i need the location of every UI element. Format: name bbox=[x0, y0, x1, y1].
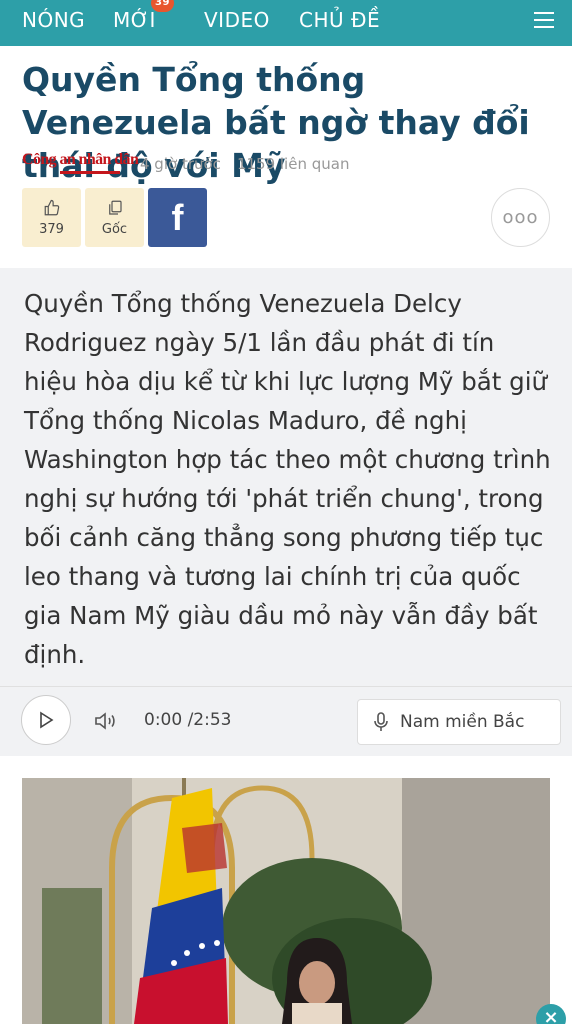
nav-topics[interactable]: CHỦ ĐỀ bbox=[299, 8, 380, 32]
source-logo[interactable]: Công an nhân dân bbox=[22, 151, 139, 177]
summary-box: Quyền Tổng thống Venezuela Delcy Rodrigu… bbox=[0, 268, 572, 756]
hamburger-icon[interactable] bbox=[534, 12, 554, 30]
facebook-share-button[interactable]: f bbox=[148, 188, 207, 247]
more-icon: ooo bbox=[502, 207, 539, 228]
article-summary: Quyền Tổng thống Venezuela Delcy Rodrigu… bbox=[24, 289, 551, 669]
photo-illustration bbox=[22, 778, 550, 1024]
close-icon[interactable]: × bbox=[536, 1004, 566, 1024]
publish-time: 4 giờ trước bbox=[140, 155, 221, 173]
play-button[interactable] bbox=[21, 695, 71, 745]
like-count: 379 bbox=[39, 221, 64, 237]
nav-hot[interactable]: NÓNG bbox=[22, 8, 85, 32]
like-button[interactable]: 379 bbox=[22, 188, 81, 247]
article-meta: Công an nhân dân 4 giờ trước 1159 liên q… bbox=[22, 150, 349, 178]
play-icon bbox=[40, 711, 54, 729]
volume-icon[interactable] bbox=[94, 711, 118, 731]
action-buttons: 379 Gốc f bbox=[22, 188, 207, 247]
source-label: Gốc bbox=[101, 221, 128, 237]
related-count[interactable]: 1159 liên quan bbox=[237, 155, 350, 173]
thumbs-up-icon bbox=[44, 199, 59, 215]
facebook-icon: f bbox=[171, 196, 184, 238]
nav-new[interactable]: MỚI 39 bbox=[113, 0, 174, 32]
voice-label: Nam miền Bắc bbox=[400, 712, 525, 732]
nav-video[interactable]: VIDEO bbox=[204, 8, 270, 32]
microphone-icon bbox=[374, 712, 388, 731]
new-count-badge: 39 bbox=[151, 0, 174, 12]
more-options-button[interactable]: ooo bbox=[491, 188, 550, 247]
voice-select-button[interactable]: Nam miền Bắc bbox=[357, 699, 561, 745]
audio-player: 0:00 /2:53 Nam miền Bắc bbox=[0, 686, 572, 756]
nav-new-label: MỚI bbox=[113, 8, 156, 32]
audio-time: 0:00 /2:53 bbox=[144, 710, 232, 730]
article-photo[interactable] bbox=[22, 778, 550, 1024]
copy-icon bbox=[108, 200, 122, 215]
source-button[interactable]: Gốc bbox=[85, 188, 144, 247]
top-navigation: NÓNG MỚI 39 VIDEO CHỦ ĐỀ bbox=[0, 0, 572, 46]
